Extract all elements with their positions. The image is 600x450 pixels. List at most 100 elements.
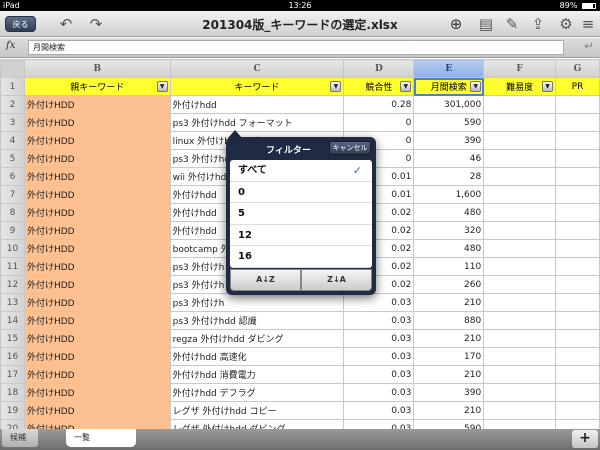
- header-cell-difficulty[interactable]: 難易度 ▼: [483, 77, 557, 96]
- filter-item[interactable]: 12: [230, 225, 372, 247]
- column-header-g[interactable]: G: [555, 59, 600, 78]
- cell-difficulty[interactable]: [483, 383, 557, 402]
- column-header-e[interactable]: E: [413, 59, 485, 78]
- cell-keyword[interactable]: レグザ 外付けhdd コピー: [169, 401, 345, 420]
- cell-difficulty[interactable]: [483, 257, 557, 276]
- add-sheet-button[interactable]: +: [572, 430, 598, 448]
- row-header[interactable]: 19: [0, 401, 25, 420]
- row-header[interactable]: 2: [0, 95, 25, 114]
- cell-difficulty[interactable]: [483, 203, 557, 222]
- cell-pr[interactable]: [555, 401, 600, 420]
- cell-difficulty[interactable]: [483, 329, 557, 348]
- cell-parent-keyword[interactable]: 外付けHDD: [23, 239, 171, 258]
- cell-monthly-search[interactable]: 390: [413, 131, 485, 150]
- cell-difficulty[interactable]: [483, 365, 557, 384]
- cell-pr[interactable]: [555, 95, 600, 114]
- cell-competition[interactable]: 0.28: [343, 95, 415, 114]
- row-header[interactable]: 18: [0, 383, 25, 402]
- row-header[interactable]: 5: [0, 149, 25, 168]
- cell-pr[interactable]: [555, 311, 600, 330]
- cell-pr[interactable]: [555, 257, 600, 276]
- row-header[interactable]: 1: [0, 77, 25, 96]
- cell-pr[interactable]: [555, 239, 600, 258]
- format-icon[interactable]: ✎: [502, 14, 522, 34]
- cell-keyword[interactable]: 外付けhdd 高速化: [169, 347, 345, 366]
- document-icon[interactable]: ▤: [476, 14, 496, 34]
- cell-competition[interactable]: 0: [343, 113, 415, 132]
- cell-monthly-search[interactable]: 590: [413, 113, 485, 132]
- cell-monthly-search[interactable]: 480: [413, 239, 485, 258]
- sheet-tab-list[interactable]: 一覧: [66, 429, 136, 447]
- cell-pr[interactable]: [555, 113, 600, 132]
- cell-parent-keyword[interactable]: 外付けHDD: [23, 221, 171, 240]
- row-header[interactable]: 6: [0, 167, 25, 186]
- row-header[interactable]: 9: [0, 221, 25, 240]
- cell-difficulty[interactable]: [483, 401, 557, 420]
- cell-difficulty[interactable]: [483, 113, 557, 132]
- cell-monthly-search[interactable]: 110: [413, 257, 485, 276]
- cell-pr[interactable]: [555, 221, 600, 240]
- cell-parent-keyword[interactable]: 外付けHDD: [23, 329, 171, 348]
- cell-parent-keyword[interactable]: 外付けHDD: [23, 365, 171, 384]
- column-header-c[interactable]: C: [169, 59, 345, 78]
- row-header[interactable]: 20: [0, 419, 25, 429]
- cell-difficulty[interactable]: [483, 419, 557, 429]
- cell-difficulty[interactable]: [483, 221, 557, 240]
- cell-difficulty[interactable]: [483, 149, 557, 168]
- column-header-d[interactable]: D: [343, 59, 415, 78]
- cell-parent-keyword[interactable]: 外付けHDD: [23, 95, 171, 114]
- cell-monthly-search[interactable]: 260: [413, 275, 485, 294]
- cell-monthly-search[interactable]: 46: [413, 149, 485, 168]
- cell-competition[interactable]: 0.03: [343, 401, 415, 420]
- cell-parent-keyword[interactable]: 外付けHDD: [23, 149, 171, 168]
- cell-difficulty[interactable]: [483, 95, 557, 114]
- cell-competition[interactable]: 0.03: [343, 365, 415, 384]
- cell-parent-keyword[interactable]: 外付けHDD: [23, 167, 171, 186]
- cell-competition[interactable]: 0.03: [343, 311, 415, 330]
- cell-difficulty[interactable]: [483, 275, 557, 294]
- row-header[interactable]: 10: [0, 239, 25, 258]
- cell-difficulty[interactable]: [483, 167, 557, 186]
- cell-pr[interactable]: [555, 329, 600, 348]
- enter-icon[interactable]: ↵: [584, 39, 594, 53]
- cell-pr[interactable]: [555, 275, 600, 294]
- cell-keyword[interactable]: 外付けhdd: [169, 95, 345, 114]
- cell-monthly-search[interactable]: 320: [413, 221, 485, 240]
- cell-keyword[interactable]: レグザ 外付けhdd ダビング: [169, 419, 345, 429]
- filter-item[interactable]: 5: [230, 203, 372, 225]
- cell-parent-keyword[interactable]: 外付けHDD: [23, 185, 171, 204]
- cell-monthly-search[interactable]: 210: [413, 401, 485, 420]
- cell-difficulty[interactable]: [483, 347, 557, 366]
- cell-parent-keyword[interactable]: 外付けHDD: [23, 131, 171, 150]
- cell-monthly-search[interactable]: 28: [413, 167, 485, 186]
- formula-input[interactable]: 月間検索: [28, 40, 564, 55]
- filter-dropdown-icon[interactable]: ▼: [156, 81, 168, 92]
- cell-pr[interactable]: [555, 293, 600, 312]
- cell-difficulty[interactable]: [483, 131, 557, 150]
- cell-monthly-search[interactable]: 590: [413, 419, 485, 429]
- cell-pr[interactable]: [555, 383, 600, 402]
- filter-item-all[interactable]: すべて ✓: [230, 160, 372, 182]
- cell-difficulty[interactable]: [483, 311, 557, 330]
- cell-monthly-search[interactable]: 390: [413, 383, 485, 402]
- cell-keyword[interactable]: 外付けhdd 消費電力: [169, 365, 345, 384]
- filter-dropdown-icon[interactable]: ▼: [470, 81, 482, 92]
- redo-icon[interactable]: ↷: [86, 14, 106, 34]
- filter-item[interactable]: 16: [230, 246, 372, 268]
- cell-pr[interactable]: [555, 365, 600, 384]
- cell-monthly-search[interactable]: 1,600: [413, 185, 485, 204]
- row-header[interactable]: 8: [0, 203, 25, 222]
- settings-icon[interactable]: ⚙: [556, 14, 576, 34]
- sheet-tab-candidates[interactable]: 候補: [2, 429, 38, 447]
- cell-difficulty[interactable]: [483, 185, 557, 204]
- sort-descending-button[interactable]: Z↓A: [301, 269, 372, 291]
- cell-parent-keyword[interactable]: 外付けHDD: [23, 311, 171, 330]
- cell-competition[interactable]: 0.03: [343, 383, 415, 402]
- cell-monthly-search[interactable]: 301,000: [413, 95, 485, 114]
- cell-parent-keyword[interactable]: 外付けHDD: [23, 113, 171, 132]
- cell-competition[interactable]: 0.03: [343, 419, 415, 429]
- cell-keyword[interactable]: 外付けhdd デフラグ: [169, 383, 345, 402]
- cell-competition[interactable]: 0.03: [343, 293, 415, 312]
- menu-icon[interactable]: ≡: [578, 14, 598, 34]
- header-cell-keyword[interactable]: キーワード ▼: [169, 77, 345, 96]
